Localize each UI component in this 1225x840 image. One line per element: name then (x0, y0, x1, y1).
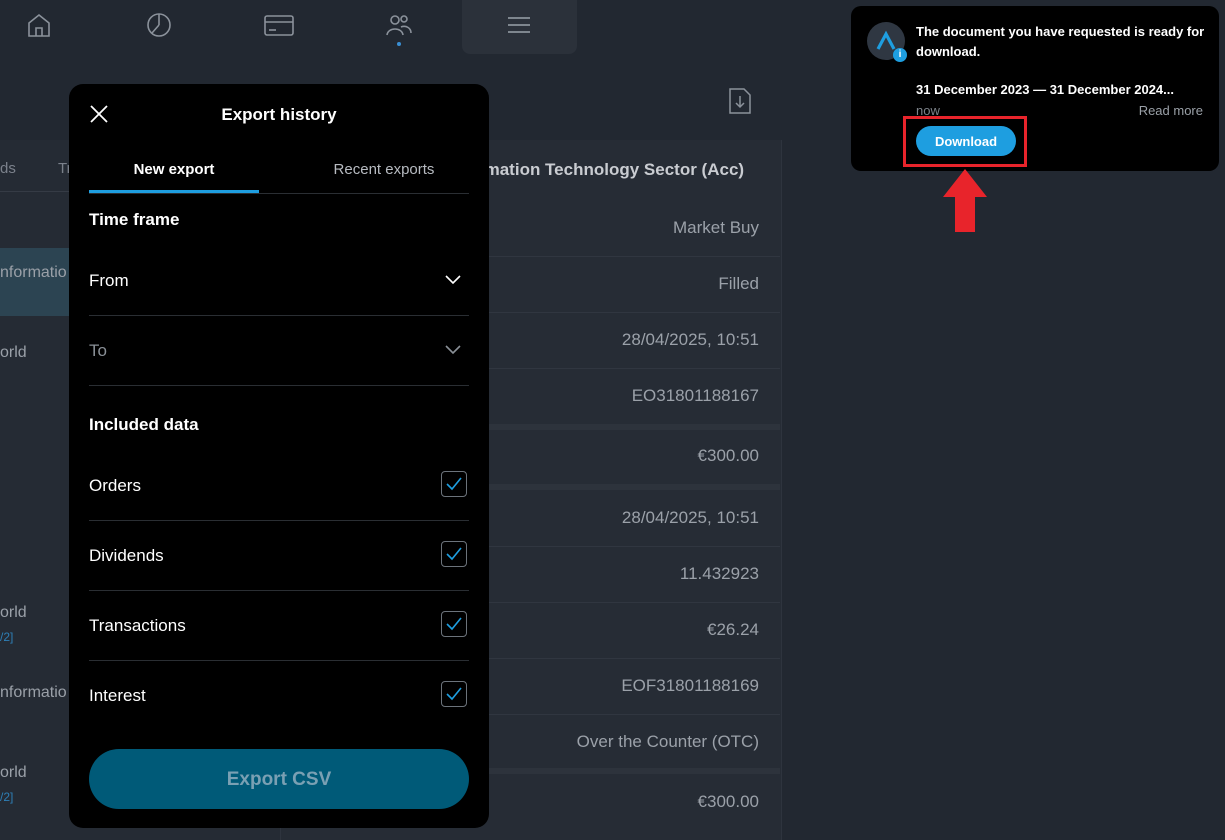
from-label: From (89, 271, 129, 290)
option-label: Dividends (89, 546, 164, 565)
list-item-sub: /2] (0, 630, 14, 644)
notification-date-range: 31 December 2023 — 31 December 2024... (916, 82, 1175, 97)
option-label: Orders (89, 476, 141, 495)
detail-row: 28/04/2025, 10:51 (480, 490, 780, 547)
option-label: Interest (89, 686, 146, 705)
detail-value: Over the Counter (OTC) (576, 732, 759, 751)
detail-row: Filled (480, 256, 780, 313)
detail-value: 28/04/2025, 10:51 (621, 508, 759, 527)
detail-value: €26.24 (707, 620, 759, 639)
tabs-divider (89, 193, 469, 194)
highlight-box (903, 116, 1027, 167)
chevron-down-icon (445, 345, 461, 355)
card-icon[interactable] (264, 10, 294, 40)
dividends-checkbox[interactable] (441, 541, 467, 567)
option-interest[interactable]: Interest (89, 660, 469, 730)
chevron-down-icon (445, 275, 461, 285)
detail-row: €300.00 (480, 430, 780, 486)
detail-value: Filled (718, 274, 759, 293)
transactions-checkbox[interactable] (441, 611, 467, 637)
home-icon[interactable] (24, 10, 54, 40)
top-nav (0, 0, 600, 56)
checkmark-icon (446, 547, 462, 561)
detail-value: €300.00 (697, 792, 759, 811)
list-item[interactable]: orld (0, 604, 27, 622)
checkmark-icon (446, 477, 462, 491)
left-tab-1[interactable]: ds (0, 160, 16, 177)
checkmark-icon (446, 617, 462, 631)
option-orders[interactable]: Orders (89, 450, 469, 521)
time-frame-title: Time frame (89, 210, 180, 229)
detail-value: EO31801188167 (631, 386, 759, 405)
detail-value: 28/04/2025, 10:51 (621, 330, 759, 349)
from-dropdown[interactable]: From (89, 245, 469, 316)
detail-row: 11.432923 (480, 546, 780, 603)
people-icon[interactable] (384, 10, 414, 40)
detail-value: Market Buy (673, 218, 759, 237)
option-transactions[interactable]: Transactions (89, 590, 469, 661)
option-dividends[interactable]: Dividends (89, 520, 469, 591)
notification-message: The document you have requested is ready… (916, 24, 1205, 59)
list-item[interactable]: nformatio (0, 684, 67, 702)
export-history-modal: Export history New export Recent exports… (69, 84, 489, 828)
menu-icon[interactable] (504, 10, 534, 40)
active-tab-indicator (89, 190, 259, 193)
detail-row: €26.24 (480, 602, 780, 659)
detail-title: rmation Technology Sector (Acc) (478, 160, 745, 179)
red-arrow-up-icon (943, 169, 987, 232)
detail-row: 28/04/2025, 10:51 (480, 312, 780, 369)
included-data-title: Included data (89, 415, 199, 434)
to-label: To (89, 341, 107, 360)
detail-value: €300.00 (697, 446, 759, 465)
detail-row: EOF31801188169 (480, 658, 780, 715)
detail-row: Market Buy (480, 200, 780, 257)
to-dropdown[interactable]: To (89, 315, 469, 386)
selected-list-item[interactable] (0, 248, 80, 316)
detail-value: 11.432923 (679, 564, 759, 583)
pie-chart-icon[interactable] (144, 10, 174, 40)
detail-row: Over the Counter (OTC) (480, 714, 780, 770)
read-more-link[interactable]: Read more (1139, 103, 1203, 118)
interest-checkbox[interactable] (441, 681, 467, 707)
list-item-sub: /2] (0, 790, 14, 804)
list-item[interactable]: nformatio (0, 264, 67, 282)
list-item[interactable]: orld (0, 344, 27, 362)
orders-checkbox[interactable] (441, 471, 467, 497)
tab-recent-exports[interactable]: Recent exports (299, 161, 469, 178)
list-item[interactable]: orld (0, 764, 27, 782)
option-label: Transactions (89, 616, 186, 635)
detail-value: EOF31801188169 (621, 676, 759, 695)
detail-row: EO31801188167 (480, 368, 780, 425)
export-csv-button[interactable]: Export CSV (89, 749, 469, 809)
nav-active-dot (397, 42, 401, 46)
download-document-icon[interactable] (728, 88, 752, 114)
detail-row: €300.00 (480, 774, 780, 830)
tab-new-export[interactable]: New export (89, 161, 259, 178)
checkmark-icon (446, 687, 462, 701)
modal-title: Export history (221, 105, 337, 124)
info-badge-icon: i (893, 48, 907, 62)
